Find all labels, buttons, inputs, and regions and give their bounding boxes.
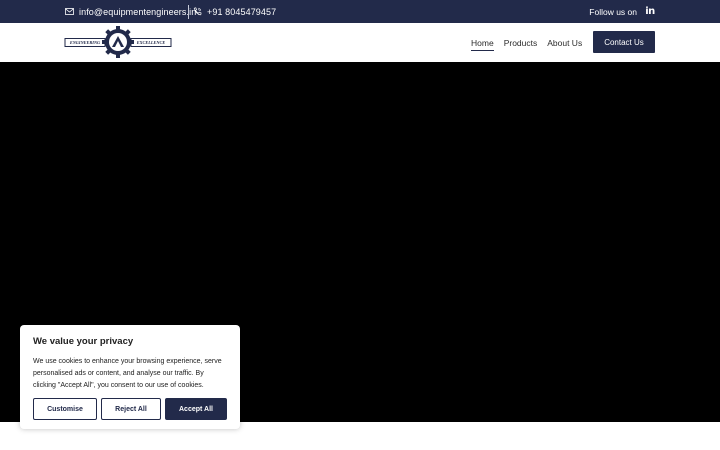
follow-us: Follow us on in — [589, 0, 655, 23]
logo-text-right: EXCELLENCE — [136, 39, 166, 45]
top-bar: info@equipmentengineers.in +91 804547945… — [0, 0, 720, 23]
main-nav: Home Products About Us — [471, 23, 582, 62]
mail-icon — [65, 8, 74, 15]
nav-item-about-us[interactable]: About Us — [547, 35, 582, 51]
cookie-consent-dialog: We value your privacy We use cookies to … — [20, 325, 240, 429]
divider — [188, 5, 189, 19]
company-logo[interactable]: ENGINEERING EXCELLENCE — [64, 26, 172, 58]
cookie-actions: Customise Reject All Accept All — [33, 398, 227, 420]
logo-text-left: ENGINEERING — [69, 39, 101, 45]
page: info@equipmentengineers.in +91 804547945… — [0, 0, 720, 450]
site-header: ENGINEERING EXCELLENCE Home Products Abo… — [0, 23, 720, 62]
linkedin-icon[interactable]: in — [645, 6, 655, 17]
reject-all-button[interactable]: Reject All — [101, 398, 161, 420]
contact-us-button[interactable]: Contact Us — [593, 31, 655, 53]
phone-contact[interactable]: +91 8045479457 — [193, 0, 276, 23]
cookie-text: We use cookies to enhance your browsing … — [33, 358, 222, 389]
customise-button[interactable]: Customise — [33, 398, 97, 420]
nav-item-home[interactable]: Home — [471, 35, 494, 51]
accept-all-button[interactable]: Accept All — [165, 398, 227, 420]
follow-label: Follow us on — [589, 6, 637, 17]
cookie-title: We value your privacy — [33, 336, 134, 347]
phone-text: +91 8045479457 — [207, 6, 277, 17]
email-text: info@equipmentengineers.in — [79, 6, 197, 17]
phone-icon — [193, 7, 202, 16]
email-contact[interactable]: info@equipmentengineers.in — [65, 0, 196, 23]
nav-item-products[interactable]: Products — [504, 35, 538, 51]
